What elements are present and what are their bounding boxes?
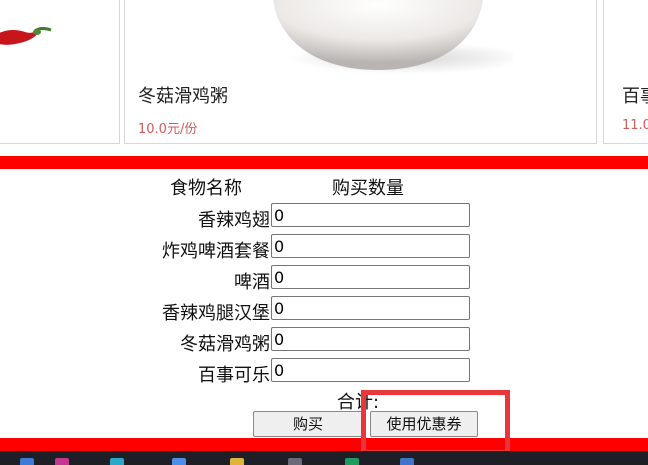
- food-name-label: 香辣鸡腿汉堡: [162, 303, 270, 324]
- food-name-label: 啤酒: [234, 272, 270, 293]
- food-name-label: 香辣鸡翅: [198, 210, 270, 231]
- food-name-label: 百事可乐: [198, 365, 270, 386]
- chili-pepper-image: [0, 27, 52, 45]
- quantity-input[interactable]: [271, 234, 470, 258]
- taskbar-app-icon[interactable]: [345, 458, 359, 465]
- divider-bar-bottom: [0, 438, 648, 451]
- taskbar-app-icon[interactable]: [110, 458, 124, 465]
- product-card-pepsi[interactable]: 百事 11.0: [603, 0, 648, 144]
- taskbar-app-icon[interactable]: [400, 458, 414, 465]
- column-header-food-name: 食物名称: [170, 178, 242, 199]
- quantity-input[interactable]: [271, 203, 470, 227]
- product-title[interactable]: 百事: [622, 82, 648, 108]
- order-row: 炸鸡啤酒套餐: [0, 234, 648, 264]
- order-row: 香辣鸡翅: [0, 203, 648, 233]
- product-cards-row: 冬菇滑鸡粥 10.0元/份 百事 11.0: [0, 0, 648, 156]
- divider-bar-top: [0, 156, 648, 169]
- food-name-label: 炸鸡啤酒套餐: [162, 241, 270, 262]
- product-price: 11.0: [622, 118, 648, 133]
- column-header-quantity: 购买数量: [332, 178, 404, 199]
- taskbar-app-icon[interactable]: [288, 458, 302, 465]
- quantity-input[interactable]: [271, 327, 470, 351]
- quantity-input[interactable]: [271, 358, 470, 382]
- taskbar: [0, 451, 648, 465]
- quantity-input[interactable]: [271, 296, 470, 320]
- porridge-bowl-image: [273, 0, 513, 74]
- annotation-highlight-box: [361, 390, 510, 455]
- quantity-input[interactable]: [271, 265, 470, 289]
- product-price: 10.0元/份: [138, 122, 198, 137]
- product-card-chili[interactable]: [0, 0, 120, 144]
- order-row: 冬菇滑鸡粥: [0, 327, 648, 357]
- taskbar-app-icon[interactable]: [55, 458, 69, 465]
- order-form: 食物名称 购买数量 香辣鸡翅 炸鸡啤酒套餐 啤酒 香辣鸡腿汉堡 冬菇滑鸡粥 百事…: [0, 170, 648, 438]
- order-row: 啤酒: [0, 265, 648, 295]
- product-card-porridge[interactable]: 冬菇滑鸡粥 10.0元/份: [124, 0, 597, 144]
- order-row: 香辣鸡腿汉堡: [0, 296, 648, 326]
- order-row: 百事可乐: [0, 358, 648, 388]
- food-name-label: 冬菇滑鸡粥: [180, 334, 270, 355]
- taskbar-app-icon[interactable]: [20, 458, 34, 465]
- buy-button[interactable]: 购买: [253, 411, 363, 437]
- taskbar-app-icon[interactable]: [172, 458, 186, 465]
- taskbar-app-icon[interactable]: [230, 458, 244, 465]
- product-title[interactable]: 冬菇滑鸡粥: [138, 82, 228, 108]
